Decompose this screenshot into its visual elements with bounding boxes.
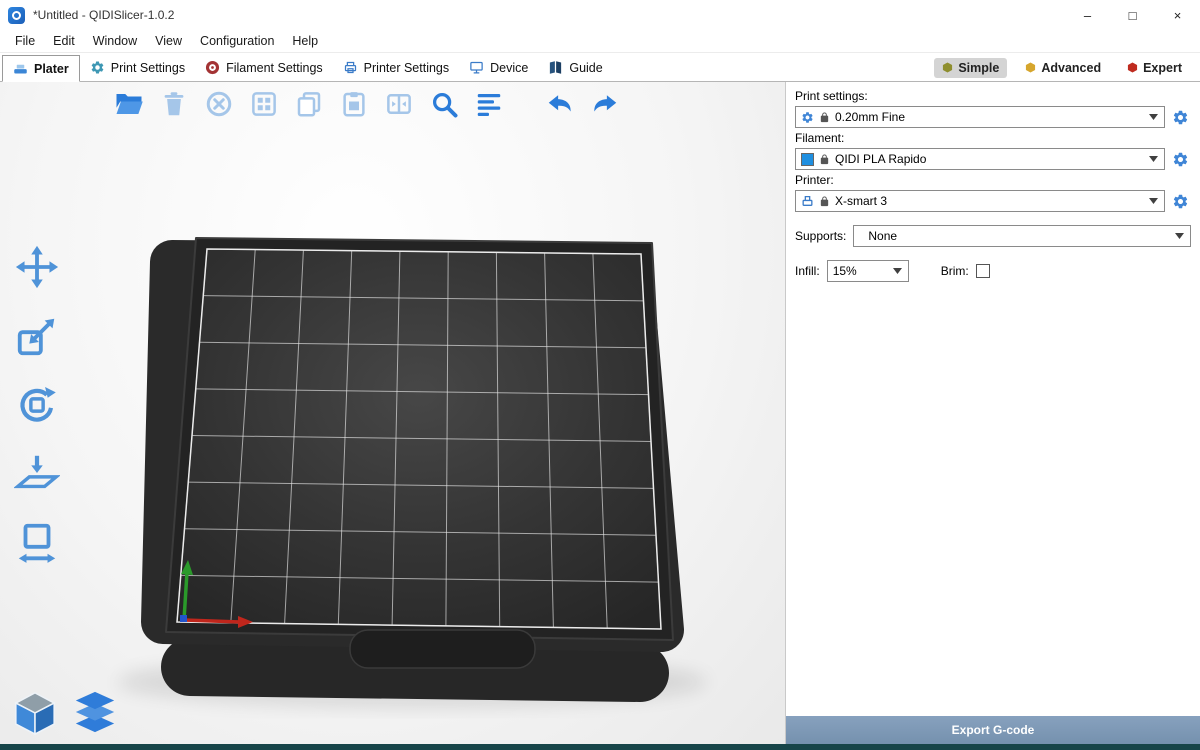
settings-panel: Print settings: 0.20mm Fine Filament: QI… bbox=[785, 82, 1200, 750]
guide-icon bbox=[548, 60, 563, 75]
split-icon[interactable] bbox=[382, 87, 416, 121]
measure-icon[interactable] bbox=[10, 516, 64, 570]
paste-icon[interactable] bbox=[337, 87, 371, 121]
viewport-3d[interactable] bbox=[0, 82, 785, 750]
redo-icon[interactable] bbox=[588, 87, 622, 121]
tab-device[interactable]: Device bbox=[459, 54, 538, 81]
tabbar: Plater Print Settings Filament Settings … bbox=[0, 53, 1200, 82]
print-settings-label: Print settings: bbox=[795, 89, 1191, 103]
mode-advanced[interactable]: Advanced bbox=[1017, 58, 1109, 78]
main-area: Print settings: 0.20mm Fine Filament: QI… bbox=[0, 82, 1200, 750]
mode-simple[interactable]: Simple bbox=[934, 58, 1007, 78]
window-title: *Untitled - QIDISlicer-1.0.2 bbox=[33, 8, 174, 22]
titlebar[interactable]: *Untitled - QIDISlicer-1.0.2 – □ × bbox=[0, 0, 1200, 30]
delete-icon[interactable] bbox=[157, 87, 191, 121]
menu-help[interactable]: Help bbox=[283, 31, 327, 51]
minimize-button[interactable]: – bbox=[1065, 0, 1110, 30]
build-plate[interactable] bbox=[0, 82, 785, 750]
tab-guide[interactable]: Guide bbox=[538, 54, 612, 81]
variable-layer-height-icon[interactable] bbox=[472, 87, 506, 121]
tab-filament-settings[interactable]: Filament Settings bbox=[195, 54, 333, 81]
scale-icon[interactable] bbox=[10, 309, 64, 363]
supports-combo[interactable]: None bbox=[853, 225, 1191, 247]
editor-view-icon[interactable] bbox=[12, 690, 58, 736]
move-icon[interactable] bbox=[10, 240, 64, 294]
chevron-down-icon bbox=[1149, 198, 1158, 204]
menubar: File Edit Window View Configuration Help bbox=[0, 30, 1200, 53]
filament-color-swatch bbox=[801, 153, 814, 166]
delete-all-icon[interactable] bbox=[202, 87, 236, 121]
gizmo-toolbar bbox=[10, 240, 64, 570]
export-gcode-button[interactable]: Export G-code bbox=[786, 716, 1200, 744]
menu-file[interactable]: File bbox=[6, 31, 44, 51]
simple-hexagon-icon bbox=[942, 62, 953, 73]
app-logo-icon bbox=[8, 7, 25, 24]
filament-gear-button[interactable] bbox=[1170, 149, 1191, 170]
print-settings-icon bbox=[90, 60, 105, 75]
supports-label: Supports: bbox=[795, 229, 846, 243]
infill-label: Infill: bbox=[795, 264, 820, 278]
bottom-strip bbox=[0, 744, 1200, 750]
device-icon bbox=[469, 60, 484, 75]
window-controls: – □ × bbox=[1065, 0, 1200, 30]
printer-settings-icon bbox=[343, 60, 358, 75]
menu-window[interactable]: Window bbox=[84, 31, 146, 51]
search-icon[interactable] bbox=[427, 87, 461, 121]
chevron-down-icon bbox=[1149, 156, 1158, 162]
chevron-down-icon bbox=[893, 268, 902, 274]
copy-icon[interactable] bbox=[292, 87, 326, 121]
lock-icon bbox=[819, 196, 830, 207]
brim-label: Brim: bbox=[941, 264, 969, 278]
mode-switcher: Simple Advanced Expert bbox=[934, 54, 1190, 81]
printer-icon bbox=[801, 195, 814, 208]
filament-combo[interactable]: QIDI PLA Rapido bbox=[795, 148, 1165, 170]
infill-combo[interactable]: 15% bbox=[827, 260, 909, 282]
expert-hexagon-icon bbox=[1127, 62, 1138, 73]
printer-combo[interactable]: X-smart 3 bbox=[795, 190, 1165, 212]
rotate-icon[interactable] bbox=[10, 378, 64, 432]
menu-edit[interactable]: Edit bbox=[44, 31, 84, 51]
chevron-down-icon bbox=[1175, 233, 1184, 239]
filament-settings-icon bbox=[205, 60, 220, 75]
undo-icon[interactable] bbox=[543, 87, 577, 121]
filament-label: Filament: bbox=[795, 131, 1191, 145]
mode-expert[interactable]: Expert bbox=[1119, 58, 1190, 78]
print-settings-combo[interactable]: 0.20mm Fine bbox=[795, 106, 1165, 128]
tab-printer-settings[interactable]: Printer Settings bbox=[333, 54, 459, 81]
menu-view[interactable]: View bbox=[146, 31, 191, 51]
tab-print-settings[interactable]: Print Settings bbox=[80, 54, 195, 81]
preset-gear-icon bbox=[801, 111, 814, 124]
arrange-icon[interactable] bbox=[247, 87, 281, 121]
import-icon[interactable] bbox=[112, 87, 146, 121]
advanced-hexagon-icon bbox=[1025, 62, 1036, 73]
plater-icon bbox=[13, 61, 28, 76]
plater-toolbar bbox=[112, 87, 633, 121]
brim-checkbox[interactable] bbox=[976, 264, 990, 278]
view-switch bbox=[12, 690, 118, 736]
printer-label: Printer: bbox=[795, 173, 1191, 187]
printer-gear-button[interactable] bbox=[1170, 191, 1191, 212]
close-button[interactable]: × bbox=[1155, 0, 1200, 30]
preview-view-icon[interactable] bbox=[72, 690, 118, 736]
flatten-icon[interactable] bbox=[10, 447, 64, 501]
app-window: *Untitled - QIDISlicer-1.0.2 – □ × File … bbox=[0, 0, 1200, 750]
chevron-down-icon bbox=[1149, 114, 1158, 120]
maximize-button[interactable]: □ bbox=[1110, 0, 1155, 30]
tab-plater[interactable]: Plater bbox=[2, 55, 80, 82]
print-settings-gear-button[interactable] bbox=[1170, 107, 1191, 128]
menu-configuration[interactable]: Configuration bbox=[191, 31, 283, 51]
lock-icon bbox=[819, 154, 830, 165]
lock-icon bbox=[819, 112, 830, 123]
